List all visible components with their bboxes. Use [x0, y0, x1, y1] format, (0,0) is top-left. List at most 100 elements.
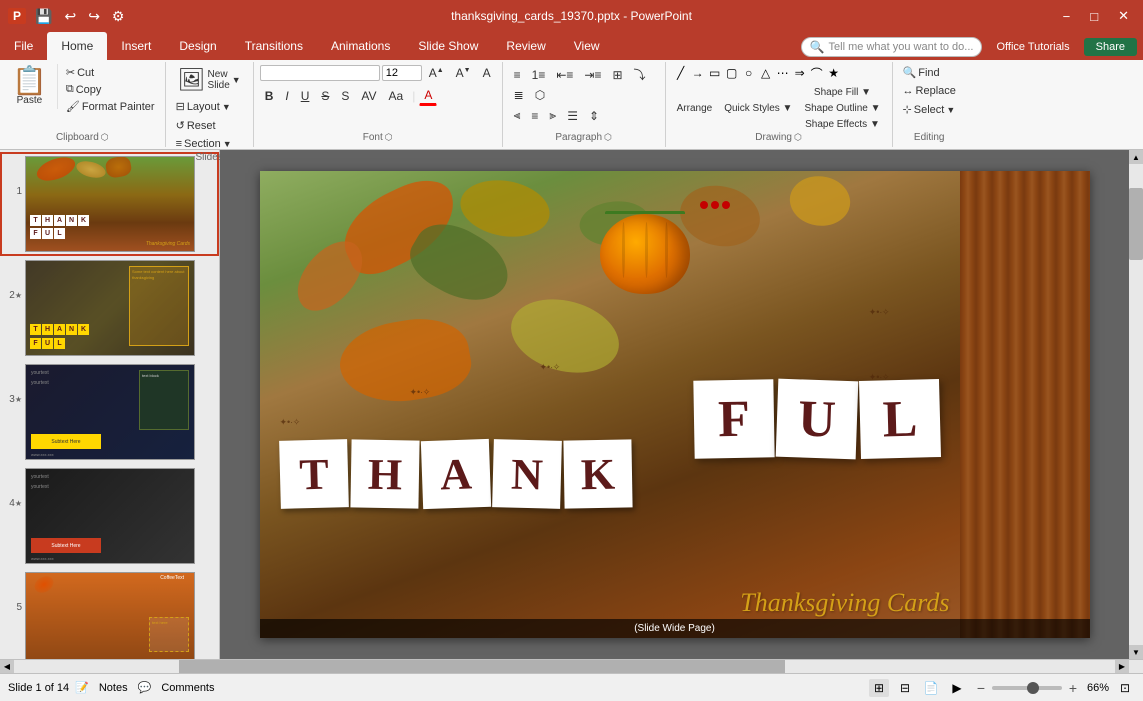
strikethrough-button[interactable]: S	[316, 87, 334, 105]
slide-thumb-5[interactable]: 5 CoffeeText text here	[2, 570, 217, 659]
bold-button[interactable]: B	[260, 87, 279, 105]
align-text-button[interactable]: ≣	[509, 86, 529, 104]
help-search-bar[interactable]: 🔍 Tell me what you want to do...	[801, 37, 983, 57]
copy-button[interactable]: ⧉ Copy	[62, 81, 159, 98]
slide-thumb-3[interactable]: 3★ yourtext yourtext Subtext Here www.xx…	[2, 362, 217, 462]
slide-img-2[interactable]: T H A N K F U L Some te	[25, 260, 195, 356]
slide-thumb-4[interactable]: 4★ yourtext yourtext Subtext Here www.xx…	[2, 466, 217, 566]
reset-button[interactable]: ↺ Reset	[172, 117, 220, 134]
zoom-handle[interactable]	[1027, 682, 1039, 694]
shape-curve[interactable]: ⌒	[808, 64, 826, 82]
notes-button[interactable]: Notes	[95, 681, 132, 695]
office-tutorials-link[interactable]: Office Tutorials	[990, 39, 1075, 55]
select-dropdown-icon[interactable]: ▼	[946, 105, 955, 115]
numbering-button[interactable]: 1≡	[527, 64, 551, 85]
tab-animations[interactable]: Animations	[317, 32, 404, 60]
layout-dropdown-icon[interactable]: ▼	[222, 102, 231, 112]
select-button[interactable]: ⊹ Select ▼	[899, 101, 960, 118]
tab-review[interactable]: Review	[492, 32, 559, 60]
shape-triangle[interactable]: △	[757, 64, 775, 82]
tab-slideshow[interactable]: Slide Show	[404, 32, 492, 60]
slide-img-3[interactable]: yourtext yourtext Subtext Here www.xxx.x…	[25, 364, 195, 460]
undo-button[interactable]: ↩	[61, 6, 79, 27]
slide-thumb-1[interactable]: 1 T H A N K	[2, 154, 217, 254]
fit-window-button[interactable]: ⊡	[1115, 679, 1135, 697]
decrease-indent-button[interactable]: ⇤≡	[551, 64, 578, 85]
cut-button[interactable]: ✂ Cut	[62, 64, 159, 81]
layout-button[interactable]: ⊟ Layout ▼	[172, 98, 235, 115]
replace-button[interactable]: ↔ Replace	[899, 83, 960, 99]
slide-edit-area[interactable]: T H A N K F U L ✦•∙✧	[220, 150, 1129, 659]
tab-view[interactable]: View	[560, 32, 614, 60]
tab-file[interactable]: File	[0, 32, 47, 60]
drawing-expand-icon[interactable]: ⬡	[794, 132, 802, 143]
bullets-button[interactable]: ≡	[509, 64, 526, 85]
reading-view-button[interactable]: 📄	[921, 679, 941, 697]
decrease-font-button[interactable]: A▼	[451, 64, 476, 82]
increase-indent-button[interactable]: ⇥≡	[579, 64, 606, 85]
shape-outline-button[interactable]: Shape Outline ▼	[799, 101, 885, 116]
shape-circle[interactable]: ○	[740, 64, 758, 82]
find-button[interactable]: 🔍 Find	[899, 64, 944, 81]
redo-button[interactable]: ↪	[85, 6, 103, 27]
slideshow-button[interactable]: ▶	[947, 679, 967, 697]
new-slide-dropdown-icon[interactable]: ▼	[232, 75, 241, 85]
align-center-button[interactable]: ≡	[526, 106, 543, 125]
shape-arrow2[interactable]: ⇒	[791, 64, 809, 82]
scroll-down-button[interactable]: ▼	[1129, 645, 1143, 659]
align-right-button[interactable]: ⫸	[544, 106, 561, 125]
zoom-slider[interactable]	[992, 686, 1062, 690]
font-color-button[interactable]: A	[419, 86, 437, 106]
maximize-button[interactable]: □	[1084, 7, 1104, 26]
tab-transitions[interactable]: Transitions	[231, 32, 317, 60]
arrange-button[interactable]: Arrange	[672, 101, 718, 116]
justify-button[interactable]: ☰	[562, 106, 583, 125]
section-dropdown-icon[interactable]: ▼	[223, 139, 232, 149]
italic-button[interactable]: I	[280, 87, 293, 105]
shape-rect[interactable]: ▭	[706, 64, 724, 82]
slide-sorter-button[interactable]: ⊟	[895, 679, 915, 697]
quick-styles-button[interactable]: Quick Styles ▼	[719, 101, 797, 116]
increase-font-button[interactable]: A▲	[424, 64, 449, 82]
paragraph-expand-icon[interactable]: ⬡	[604, 132, 612, 143]
slide-img-1[interactable]: T H A N K F U L Thanksgiving Cards	[25, 156, 195, 252]
underline-button[interactable]: U	[296, 87, 315, 105]
change-case-button[interactable]: Aa	[384, 87, 409, 105]
comments-button[interactable]: Comments	[157, 681, 218, 695]
clear-format-button[interactable]: A	[478, 64, 496, 82]
shape-line[interactable]: ╱	[672, 64, 690, 82]
share-button[interactable]: Share	[1084, 38, 1137, 56]
align-left-button[interactable]: ⫷	[509, 106, 526, 125]
shape-effects-button[interactable]: Shape Effects ▼	[799, 117, 885, 132]
normal-view-button[interactable]: ⊞	[869, 679, 889, 697]
scroll-right-button[interactable]: ▶	[1115, 660, 1129, 673]
add-remove-cols-button[interactable]: ⊞	[607, 64, 627, 85]
scroll-up-button[interactable]: ▲	[1129, 150, 1143, 164]
tab-home[interactable]: Home	[47, 32, 107, 60]
shape-more[interactable]: ⋯	[774, 64, 792, 82]
save-button[interactable]: 💾	[32, 6, 55, 27]
font-size-input[interactable]	[382, 65, 422, 81]
font-name-input[interactable]	[260, 65, 380, 81]
tab-insert[interactable]: Insert	[107, 32, 165, 60]
zoom-in-button[interactable]: +	[1065, 680, 1081, 696]
shape-rect2[interactable]: ▢	[723, 64, 741, 82]
tab-design[interactable]: Design	[165, 32, 230, 60]
char-spacing-button[interactable]: AV	[356, 87, 381, 105]
h-scroll-handle[interactable]	[179, 660, 785, 673]
slide-img-4[interactable]: yourtext yourtext Subtext Here www.xxx.x…	[25, 468, 195, 564]
shape-arrow[interactable]: →	[689, 64, 707, 82]
shadow-button[interactable]: S	[336, 87, 354, 105]
line-spacing-button[interactable]: ⇕	[584, 106, 604, 125]
smartart-button[interactable]: ⬡	[530, 86, 550, 104]
slide-thumb-2[interactable]: 2★ T H A N K F U	[2, 258, 217, 358]
customize-qa-button[interactable]: ⚙	[109, 6, 128, 27]
minimize-button[interactable]: −	[1057, 7, 1077, 26]
shape-fill-button[interactable]: Shape Fill ▼	[799, 85, 885, 100]
font-expand-icon[interactable]: ⬡	[385, 132, 393, 143]
new-slide-button[interactable]: 🖼 New Slide ▼	[172, 64, 247, 96]
shape-star[interactable]: ★	[825, 64, 843, 82]
scroll-left-button[interactable]: ◀	[0, 660, 14, 673]
slide-img-5[interactable]: CoffeeText text here	[25, 572, 195, 659]
format-painter-button[interactable]: 🖌 Format Painter	[62, 98, 159, 115]
